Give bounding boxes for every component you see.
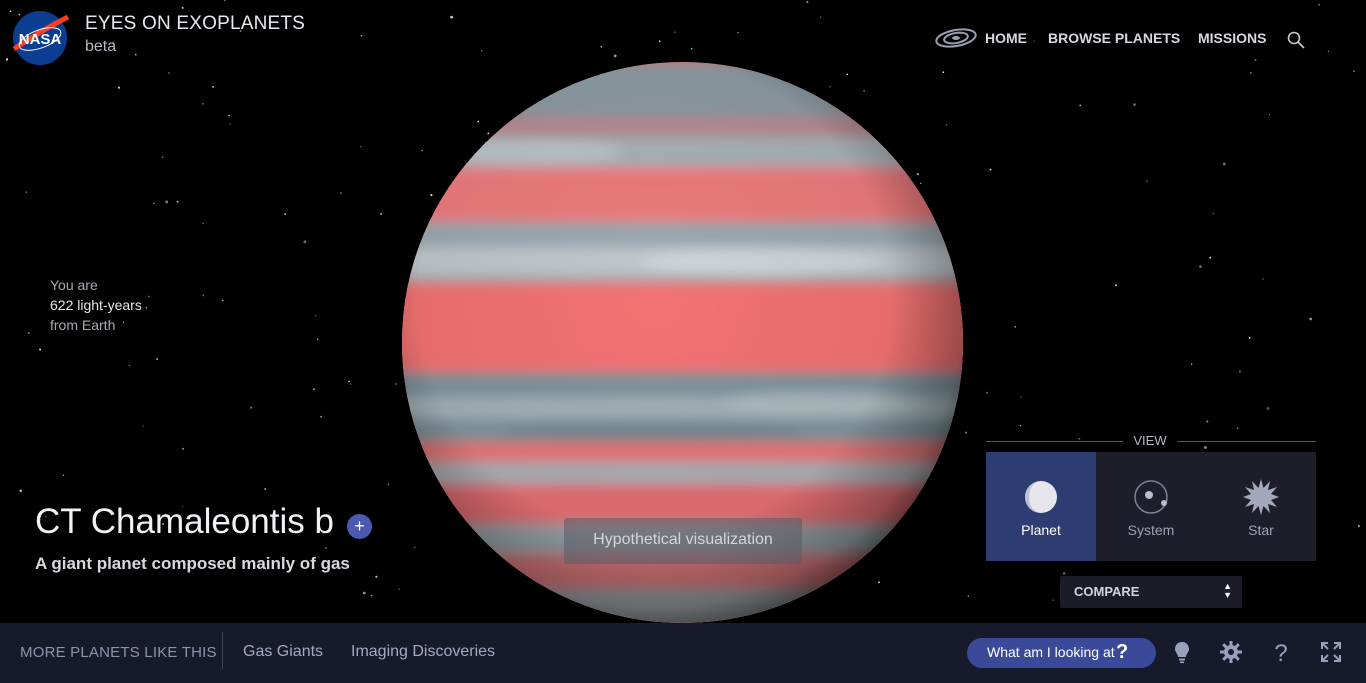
- nav-missions[interactable]: MISSIONS: [1198, 30, 1266, 48]
- planet-description: A giant planet composed mainly of gas: [35, 554, 350, 573]
- distance-suffix: from Earth: [50, 317, 116, 333]
- view-selector: Planet System Star: [986, 452, 1316, 561]
- distance-value: 622 light-years: [50, 297, 142, 313]
- link-imaging-discoveries[interactable]: Imaging Discoveries: [351, 643, 495, 661]
- link-gas-giants[interactable]: Gas Giants: [243, 643, 323, 661]
- app-title[interactable]: EYES ON EXOPLANETS: [85, 13, 305, 35]
- view-planet-label: Planet: [1021, 522, 1061, 538]
- gear-icon[interactable]: [1219, 640, 1243, 664]
- view-system-label: System: [1127, 522, 1175, 538]
- view-star-button[interactable]: Star: [1206, 452, 1316, 561]
- what-am-i-looking-at-button[interactable]: What am I looking at ?: [967, 638, 1156, 668]
- view-divider-left: [986, 441, 1123, 442]
- planet-name: CT Chamaleontis b: [35, 502, 334, 541]
- search-icon[interactable]: [1286, 30, 1306, 50]
- view-system-button[interactable]: System: [1096, 452, 1206, 561]
- app-subtitle: beta: [85, 38, 117, 55]
- hypothetical-visualization-label: Hypothetical visualization: [564, 518, 802, 564]
- more-planets-label: MORE PLANETS LIKE THIS: [20, 644, 217, 661]
- help-icon[interactable]: ?: [1269, 640, 1293, 664]
- what-label: What am I looking at: [987, 644, 1115, 660]
- space-scene[interactable]: NASA EYES ON EXOPLANETS beta HOME BROWSE…: [0, 0, 1366, 683]
- fullscreen-icon[interactable]: [1319, 640, 1343, 664]
- lightbulb-icon[interactable]: [1170, 640, 1194, 664]
- svg-text:?: ?: [1274, 640, 1287, 664]
- compare-label: COMPARE: [1074, 584, 1140, 599]
- view-panel-title: VIEW: [1133, 433, 1167, 448]
- question-icon: ?: [1116, 641, 1129, 663]
- bottom-bar: MORE PLANETS LIKE THIS Gas Giants Imagin…: [0, 623, 1366, 683]
- view-planet-button[interactable]: Planet: [986, 452, 1096, 561]
- galaxy-icon[interactable]: [934, 26, 978, 50]
- nasa-logo[interactable]: NASA: [10, 9, 70, 67]
- compare-select[interactable]: COMPARE ▲ ▼: [1060, 576, 1242, 608]
- planet-icon: [1025, 481, 1057, 513]
- view-divider-right: [1177, 441, 1316, 442]
- system-icon: [1134, 480, 1168, 514]
- distance-prefix: You are: [50, 277, 98, 293]
- nasa-logo-text: NASA: [19, 31, 62, 48]
- select-arrows-icon: ▲ ▼: [1223, 581, 1232, 600]
- nav-home[interactable]: HOME: [985, 30, 1027, 48]
- nav-browse-planets[interactable]: BROWSE PLANETS: [1048, 30, 1180, 48]
- add-info-button[interactable]: +: [347, 514, 372, 539]
- star-icon: [1243, 479, 1279, 515]
- view-star-label: Star: [1248, 522, 1274, 538]
- bottom-divider: [222, 632, 223, 669]
